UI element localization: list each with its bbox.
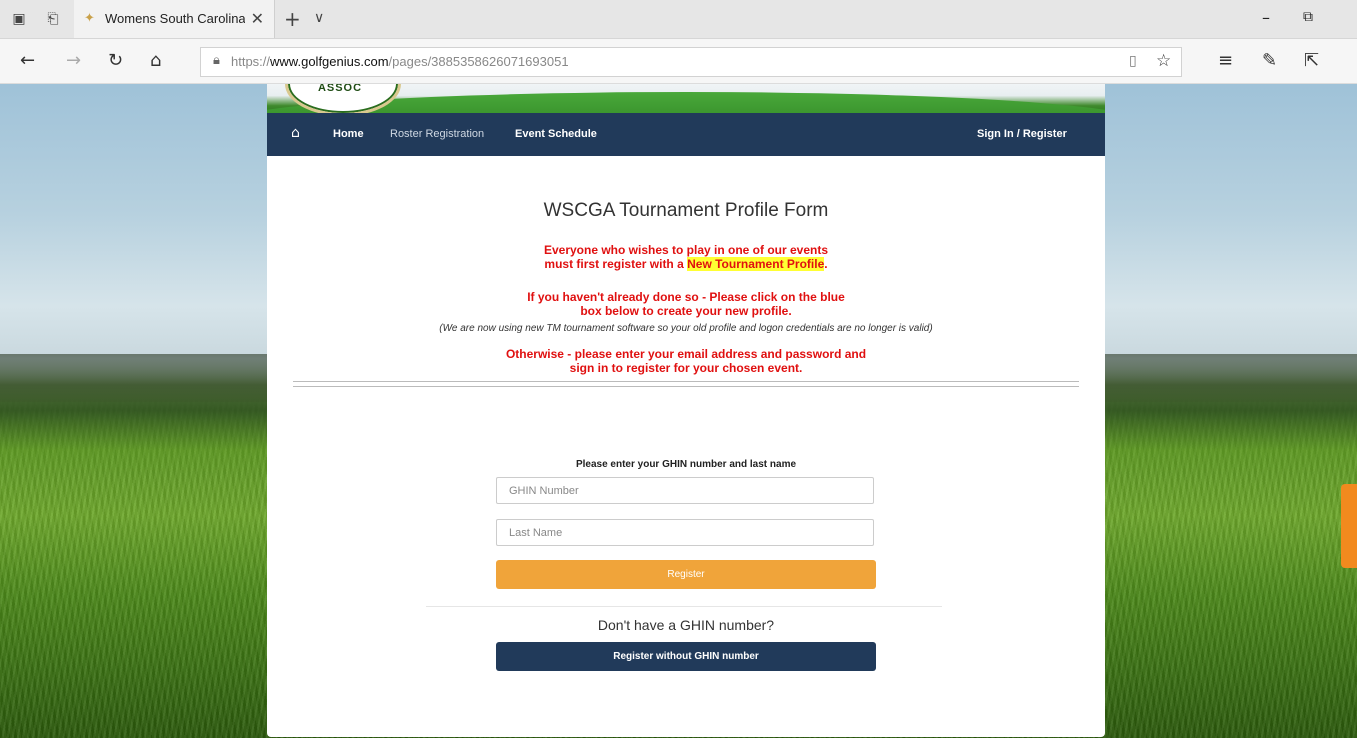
site-header: ASSOC	[267, 84, 1105, 113]
ghin-prompt: Please enter your GHIN number and last n…	[575, 459, 797, 470]
pen-icon[interactable]: ✎	[1262, 51, 1277, 71]
tab-list-icon[interactable]: ∨	[314, 10, 324, 26]
register-button[interactable]: Register	[496, 560, 876, 589]
refresh-icon[interactable]: ↻	[108, 51, 123, 71]
site-container: ASSOC ⌂ Home Roster Registration Event S…	[267, 84, 1105, 737]
message-line: If you haven't already done so - Please …	[527, 290, 845, 304]
tabs-aside-icon[interactable]: ⎗	[44, 10, 62, 28]
tab-title: Womens South Carolina	[105, 11, 245, 26]
minimize-icon[interactable]: –	[1262, 8, 1270, 27]
browser-tab[interactable]: ✦ Womens South Carolina ✕	[74, 0, 275, 38]
reading-view-icon[interactable]: ▯	[1129, 53, 1137, 69]
no-ghin-text: Don't have a GHIN number?	[597, 617, 775, 633]
nav-roster-registration[interactable]: Roster Registration	[390, 128, 484, 140]
register-without-ghin-button[interactable]: Register without GHIN number	[496, 642, 876, 671]
close-tab-icon[interactable]: ✕	[251, 9, 264, 28]
browser-toolbar: ← → ↻ ⌂ 🔒︎ https://www.golfgenius.com/pa…	[0, 39, 1357, 84]
favicon-icon: ✦	[84, 11, 95, 26]
message-line: box below to create your new profile.	[580, 304, 792, 318]
tab-sets-icon[interactable]: ▣	[10, 10, 28, 28]
browser-tab-bar: ▣ ⎗ ✦ Womens South Carolina ✕ + ∨ – ⧉	[0, 0, 1357, 39]
divider	[426, 606, 942, 607]
last-name-input[interactable]	[496, 519, 874, 546]
software-note: (We are now using new TM tournament soft…	[439, 323, 933, 334]
message-line: Everyone who wishes to play in one of ou…	[543, 243, 829, 257]
site-nav: ⌂ Home Roster Registration Event Schedul…	[267, 113, 1105, 156]
page-title: WSCGA Tournament Profile Form	[543, 200, 829, 221]
share-icon[interactable]: ⇱	[1304, 51, 1319, 71]
home-nav-icon[interactable]: ⌂	[291, 125, 300, 141]
url-text[interactable]: https://www.golfgenius.com/pages/3885358…	[231, 54, 569, 69]
home-icon[interactable]: ⌂	[150, 51, 161, 71]
message-line: Otherwise - please enter your email addr…	[505, 347, 867, 361]
nav-home[interactable]: Home	[333, 128, 364, 140]
nav-event-schedule[interactable]: Event Schedule	[515, 128, 597, 140]
nav-sign-in[interactable]: Sign In / Register	[977, 128, 1067, 140]
address-bar[interactable]: 🔒︎ https://www.golfgenius.com/pages/3885…	[200, 47, 1182, 77]
feedback-widget[interactable]	[1341, 484, 1357, 568]
message-line: must first register with a New Tournamen…	[544, 257, 828, 271]
favorites-icon[interactable]: ≡	[1218, 51, 1233, 71]
lock-icon: 🔒︎	[213, 53, 220, 68]
favorite-star-icon[interactable]: ☆	[1156, 51, 1171, 71]
ghin-number-input[interactable]	[496, 477, 874, 504]
message-line: sign in to register for your chosen even…	[569, 361, 803, 375]
restore-icon[interactable]: ⧉	[1303, 9, 1313, 25]
highlighted-text: New Tournament Profile	[687, 257, 825, 271]
back-icon[interactable]: ←	[20, 51, 35, 71]
logo-text: ASSOC	[317, 84, 363, 94]
new-tab-icon[interactable]: +	[284, 7, 301, 31]
section-divider	[293, 381, 1079, 387]
forward-icon[interactable]: →	[66, 51, 81, 71]
